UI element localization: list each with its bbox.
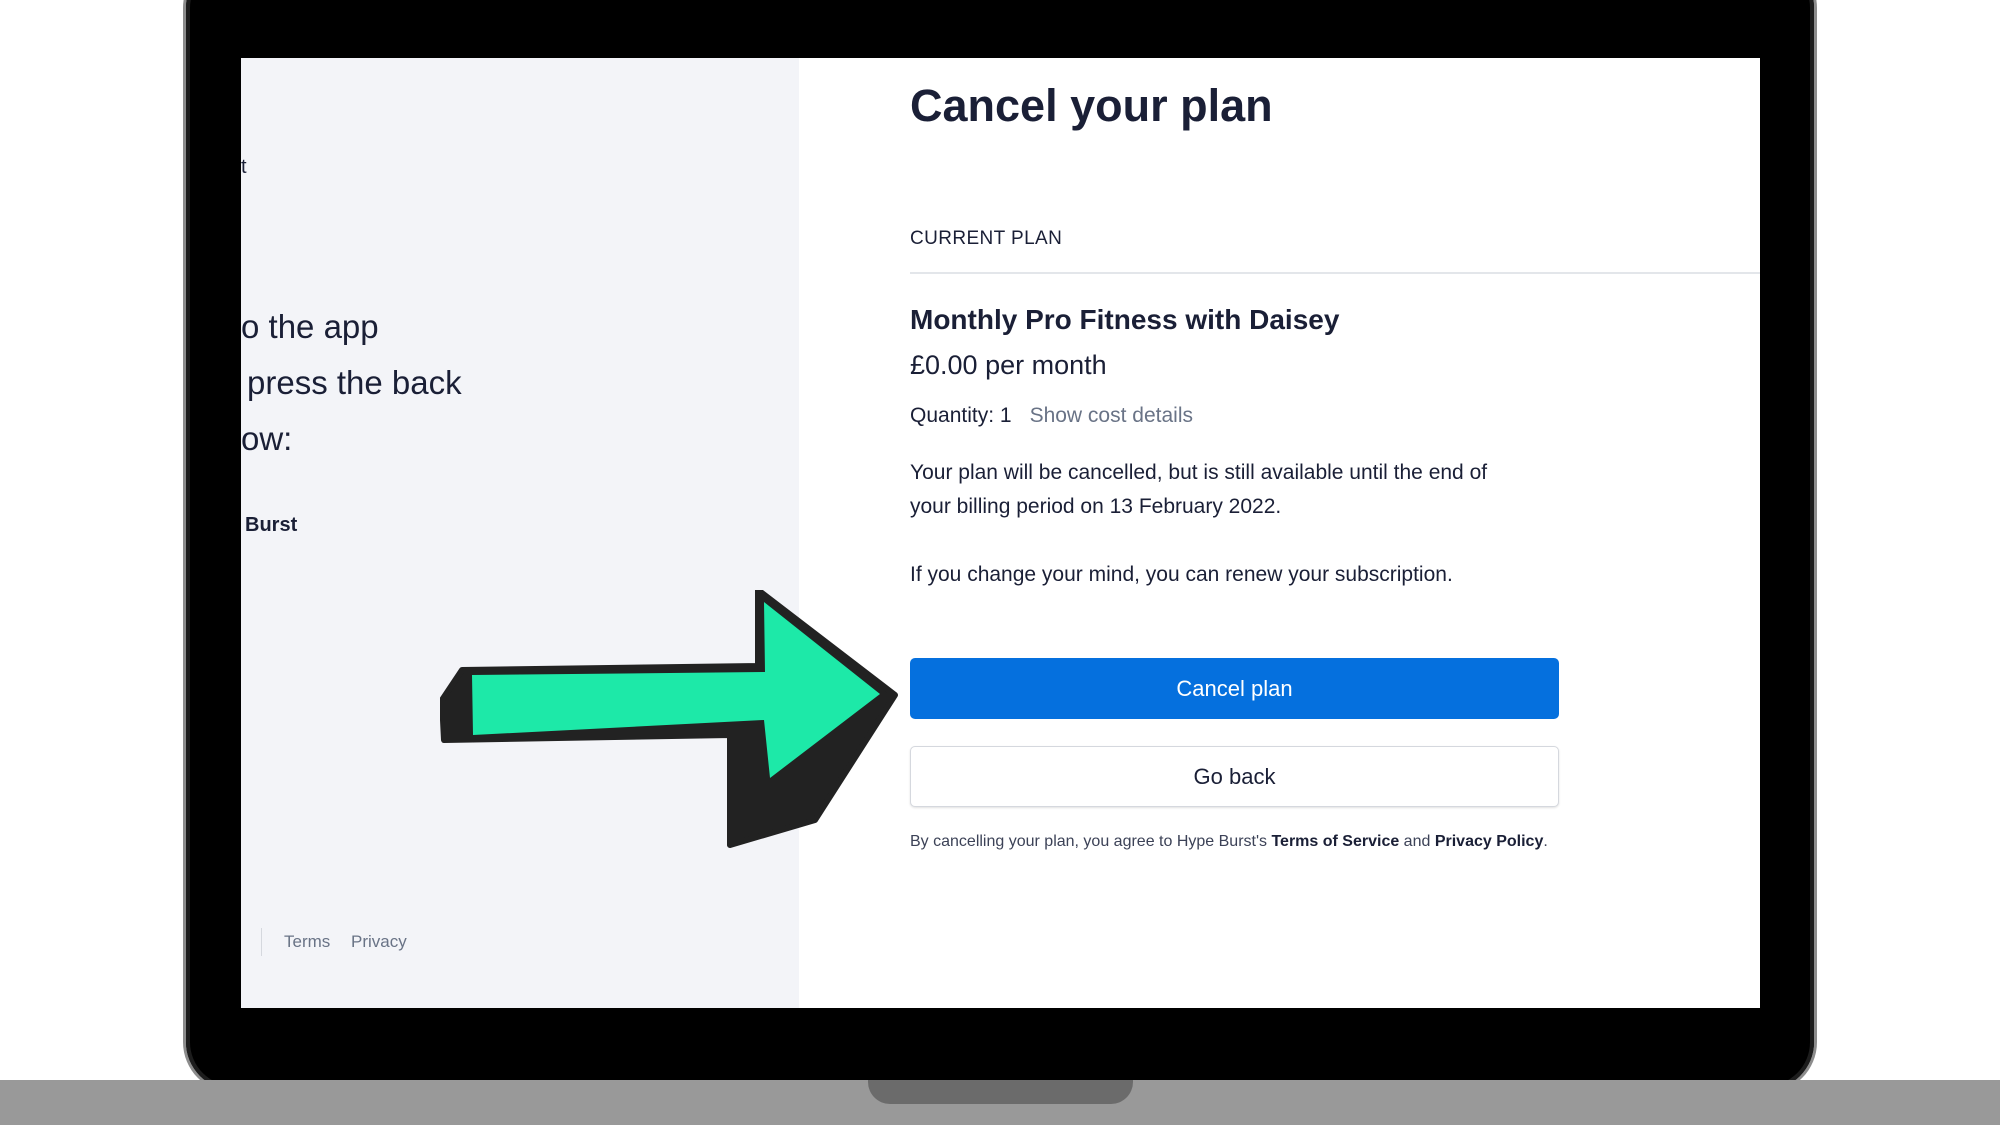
screen: t o the app press the back ow: Burst Ter… — [241, 58, 1760, 1008]
cancel-plan-panel: Cancel your plan CURRENT PLAN Monthly Pr… — [799, 58, 1760, 1008]
left-fragment-1: t — [241, 156, 247, 178]
arrow-right-icon — [440, 590, 898, 848]
section-divider — [910, 272, 1760, 274]
cancellation-notice: Your plan will be cancelled, but is stil… — [910, 456, 1560, 524]
quantity-label: Quantity: 1 — [910, 404, 1012, 427]
legal-suffix: . — [1543, 833, 1548, 850]
quantity-row: Quantity: 1 Show cost details — [910, 404, 1193, 428]
legal-and: and — [1399, 833, 1435, 850]
left-fragment-2: o the app — [241, 308, 379, 345]
renew-text: If you change your mind, you can renew y… — [910, 563, 1453, 586]
left-fragment-5: Burst — [245, 514, 298, 536]
left-fragment-3: press the back — [247, 364, 462, 401]
notice-line-2: your billing period on 13 February 2022. — [910, 495, 1282, 518]
cancel-plan-button[interactable]: Cancel plan — [910, 658, 1559, 719]
footer-divider — [261, 928, 262, 956]
legal-text: By cancelling your plan, you agree to Hy… — [910, 830, 1570, 854]
laptop-notch — [868, 1080, 1133, 1104]
left-fragment-4: ow: — [241, 420, 293, 457]
plan-name: Monthly Pro Fitness with Daisey — [910, 304, 1340, 335]
privacy-policy-link[interactable]: Privacy Policy — [1435, 833, 1544, 850]
go-back-button[interactable]: Go back — [910, 746, 1559, 807]
show-cost-details-link[interactable]: Show cost details — [1030, 404, 1193, 427]
footer-terms-link[interactable]: Terms — [284, 932, 330, 952]
notice-line-1: Your plan will be cancelled, but is stil… — [910, 461, 1488, 484]
plan-price: £0.00 per month — [910, 350, 1107, 380]
terms-of-service-link[interactable]: Terms of Service — [1271, 833, 1399, 850]
left-pane: t o the app press the back ow: Burst Ter… — [241, 58, 799, 1008]
page-title: Cancel your plan — [910, 80, 1273, 131]
footer-privacy-link[interactable]: Privacy — [351, 932, 407, 952]
current-plan-label: CURRENT PLAN — [910, 228, 1063, 249]
legal-prefix: By cancelling your plan, you agree to Hy… — [910, 833, 1272, 850]
